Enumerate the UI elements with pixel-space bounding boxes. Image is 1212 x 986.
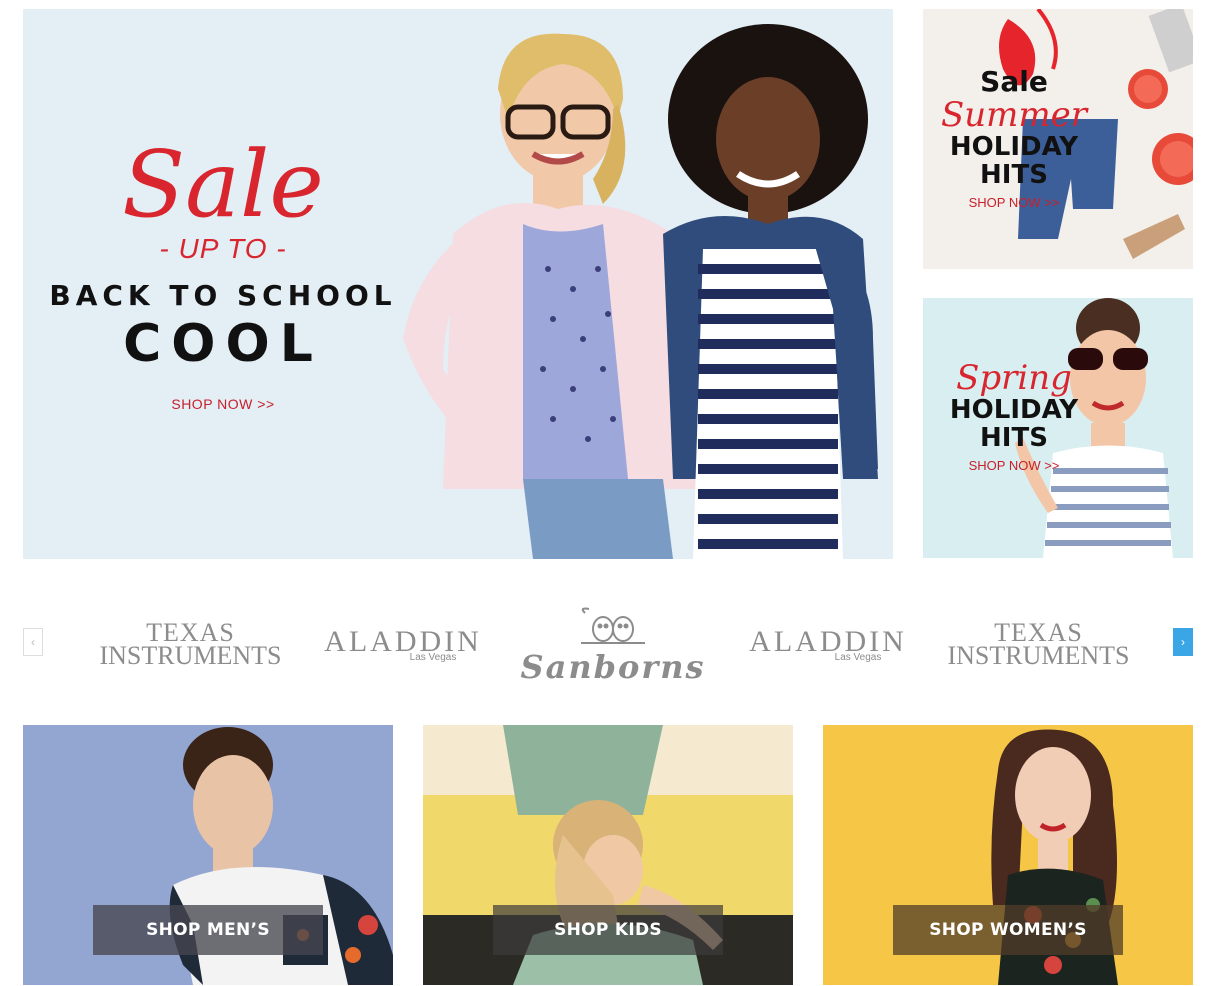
brand-logo-aladdin[interactable]: ALADDIN Las Vegas: [738, 590, 918, 700]
carousel-prev-button[interactable]: ‹: [23, 628, 43, 656]
spring-promo-banner[interactable]: Spring HOLIDAY HITS SHOP NOW >>: [923, 298, 1193, 558]
category-tile-women[interactable]: SHOP WOMEN’S: [823, 725, 1193, 985]
chevron-right-icon: ›: [1181, 635, 1185, 649]
shop-women-button[interactable]: SHOP WOMEN’S: [893, 905, 1123, 955]
summer-holiday-line2: HITS: [980, 160, 1048, 190]
summer-sale-label: Sale: [980, 65, 1048, 98]
spring-holiday-line2: HITS: [980, 423, 1048, 453]
brand-logo-texas-instruments[interactable]: TEXAS INSTRUMENTS: [941, 590, 1136, 700]
brand-logo-line2: Las Vegas: [409, 652, 457, 663]
hero-text: Sale - UP TO - BACK TO SCHOOL COOL SHOP …: [23, 131, 423, 413]
brand-logo-line1: ALADDIN: [324, 625, 482, 658]
category-tile-kids[interactable]: SHOP KIDS: [423, 725, 793, 985]
brand-logo-line1: Sanborns: [520, 648, 706, 686]
summer-holiday-line1: HOLIDAY: [949, 132, 1079, 162]
hero-sale-heading: Sale: [122, 131, 324, 238]
chevron-left-icon: ‹: [31, 635, 35, 649]
hero-upto-text: - UP TO -: [159, 233, 287, 264]
spring-script: Spring: [956, 358, 1072, 398]
hero-banner[interactable]: Sale - UP TO - BACK TO SCHOOL COOL SHOP …: [23, 9, 893, 559]
shop-men-button[interactable]: SHOP MEN’S: [93, 905, 323, 955]
hero-kids-image: [403, 24, 878, 559]
hero-tagline: BACK TO SCHOOL: [49, 279, 397, 312]
category-tile-men[interactable]: SHOP MEN’S: [23, 725, 393, 985]
summer-script: Summer: [940, 95, 1088, 135]
brand-carousel: ‹ TEXAS INSTRUMENTS ALADDIN Las Vegas Sa…: [23, 590, 1193, 700]
spring-holiday-line1: HOLIDAY: [949, 395, 1079, 425]
carousel-next-button[interactable]: ›: [1173, 628, 1193, 656]
shop-kids-button[interactable]: SHOP KIDS: [493, 905, 723, 955]
brand-logo-line2: Las Vegas: [834, 652, 882, 663]
hero-shop-now-link[interactable]: SHOP NOW >>: [23, 396, 423, 412]
brand-logo-line2: INSTRUMENTS: [99, 641, 282, 670]
summer-promo-banner[interactable]: Sale Summer HOLIDAY HITS SHOP NOW >>: [923, 9, 1193, 269]
summer-promo-text: Sale Summer HOLIDAY HITS SHOP NOW >>: [923, 65, 1105, 211]
brand-logo-sanborns[interactable]: Sanborns: [520, 590, 706, 700]
brand-logo-aladdin[interactable]: ALADDIN Las Vegas: [313, 590, 493, 700]
hero-headline: COOL: [123, 314, 323, 374]
spring-promo-text: Spring HOLIDAY HITS SHOP NOW >>: [923, 360, 1105, 473]
brand-logo-line1: ALADDIN: [749, 625, 907, 658]
spring-shop-now-link[interactable]: SHOP NOW >>: [923, 458, 1105, 473]
summer-shop-now-link[interactable]: SHOP NOW >>: [923, 195, 1105, 210]
brand-logo-line2: INSTRUMENTS: [947, 641, 1130, 670]
owl-icon: [581, 607, 645, 644]
brand-logo-texas-instruments[interactable]: TEXAS INSTRUMENTS: [93, 590, 288, 700]
